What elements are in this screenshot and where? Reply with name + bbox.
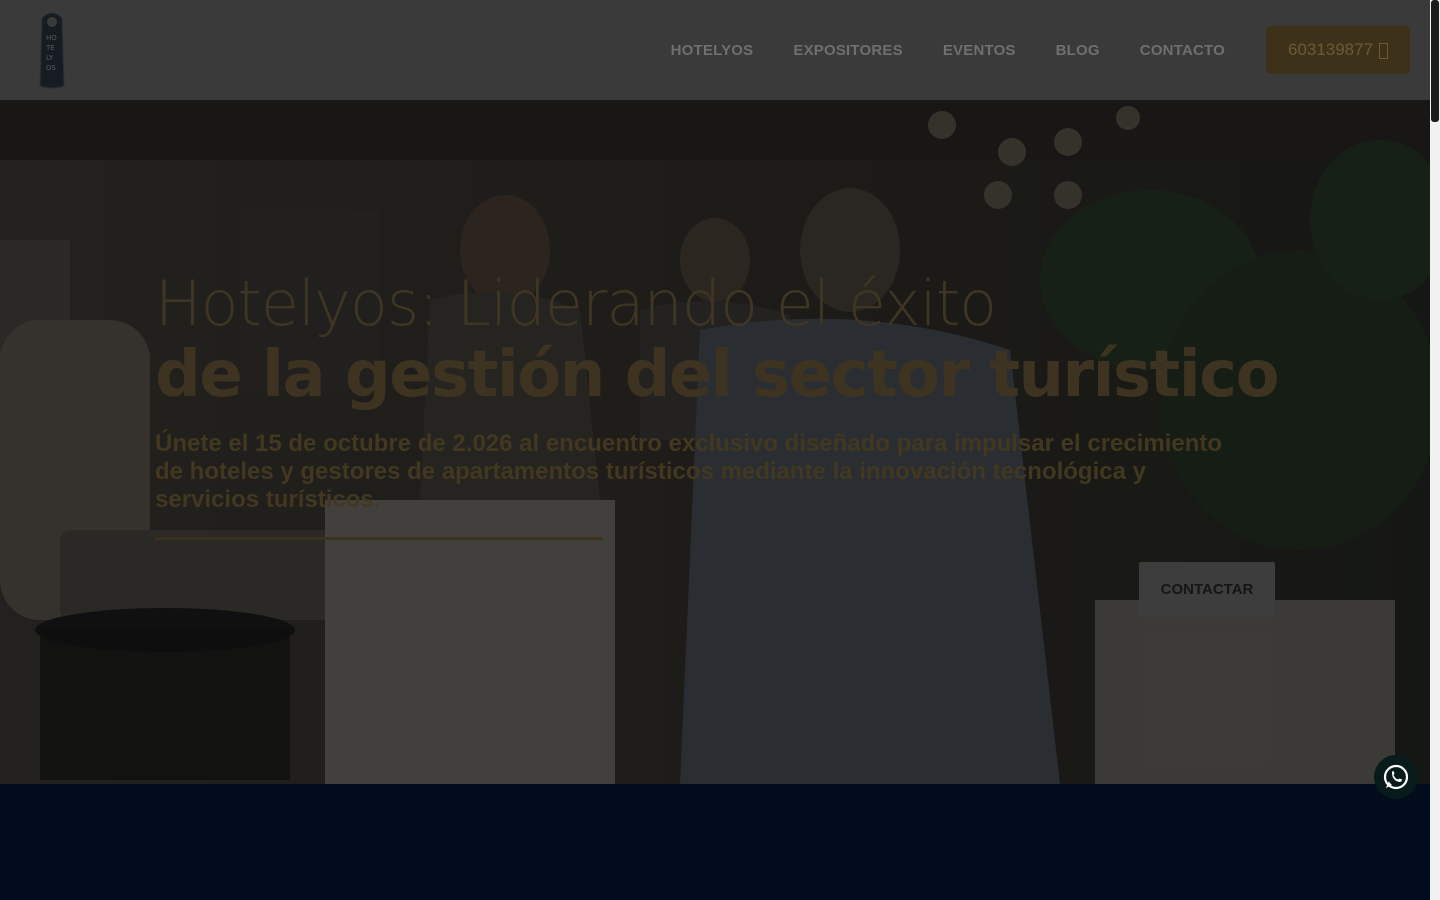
svg-text:HO: HO [46, 34, 57, 42]
nav-item-expositores[interactable]: EXPOSITORES [793, 42, 902, 59]
svg-text:OS: OS [46, 64, 57, 72]
phone-button[interactable]: 603139877 [1266, 26, 1410, 74]
hotelyos-logo[interactable]: HO TE LY OS [36, 10, 68, 90]
door-hanger-logo-icon: HO TE LY OS [39, 12, 65, 89]
hero-section: Hotelyos: Liderando el éxito de la gesti… [0, 100, 1430, 784]
hero-title-light: Hotelyos: Liderando el éxito [155, 267, 997, 340]
phone-icon [1379, 43, 1389, 59]
whatsapp-button[interactable] [1374, 755, 1418, 799]
hero-title-bold: de la gestión del sector turístico [155, 338, 1280, 412]
main-nav: HOTELYOS EXPOSITORES EVENTOS BLOG CONTAC… [671, 0, 1225, 100]
svg-text:LY: LY [46, 54, 54, 62]
hero-subtitle: Únete el 15 de octubre de 2.026 al encue… [155, 430, 1223, 513]
nav-item-eventos[interactable]: EVENTOS [943, 42, 1016, 59]
svg-text:TE: TE [45, 44, 55, 52]
scrollbar-thumb[interactable] [1431, 0, 1439, 122]
page-scrollbar[interactable] [1430, 0, 1440, 900]
phone-number: 603139877 [1287, 40, 1374, 59]
nav-item-hotelyos[interactable]: HOTELYOS [671, 42, 754, 59]
hero-divider [155, 537, 603, 540]
site-header: HO TE LY OS HOTELYOS EXPOSITORES EVENTOS… [0, 0, 1430, 100]
whatsapp-icon [1383, 764, 1409, 790]
nav-item-contacto[interactable]: CONTACTO [1140, 42, 1225, 59]
nav-item-blog[interactable]: BLOG [1056, 42, 1100, 59]
lower-dark-section [0, 784, 1430, 900]
contactar-button[interactable]: CONTACTAR [1139, 562, 1275, 617]
